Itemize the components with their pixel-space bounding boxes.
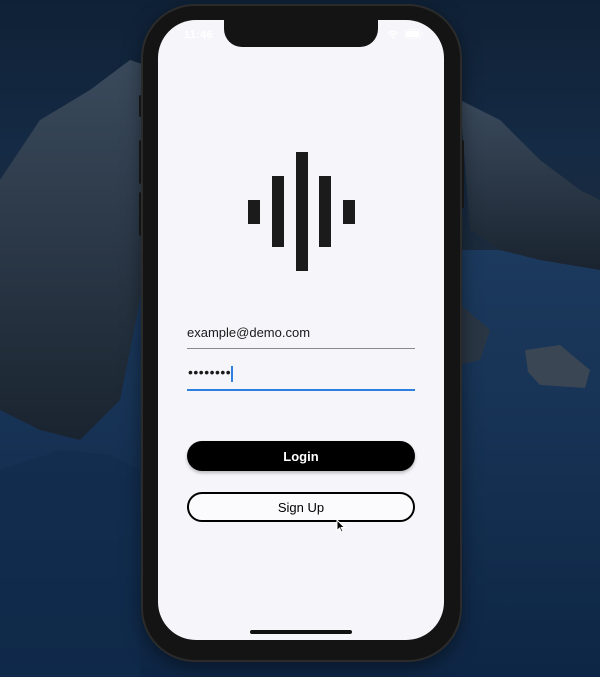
status-bar-time: 11:46 bbox=[184, 29, 214, 41]
text-caret bbox=[231, 366, 233, 382]
app-screen: 11:46 •••••••• bbox=[158, 20, 444, 640]
logo-bar-5 bbox=[343, 200, 355, 224]
email-input[interactable] bbox=[187, 319, 415, 345]
email-field[interactable] bbox=[187, 319, 415, 349]
desktop-background: 11:46 •••••••• bbox=[0, 0, 600, 677]
phone-notch bbox=[224, 20, 378, 47]
password-masked-value: •••••••• bbox=[188, 364, 232, 380]
wifi-icon bbox=[387, 30, 399, 38]
signup-button[interactable]: Sign Up bbox=[187, 492, 415, 522]
logo-bar-2 bbox=[272, 176, 284, 247]
logo-bar-4 bbox=[319, 176, 331, 247]
phone-power-button bbox=[460, 140, 464, 208]
email-underline bbox=[187, 348, 415, 349]
status-bar-icons bbox=[387, 29, 424, 39]
soundwave-logo-icon bbox=[248, 152, 355, 271]
password-field[interactable]: •••••••• bbox=[187, 361, 415, 391]
logo-bar-1 bbox=[248, 200, 260, 224]
login-button[interactable]: Login bbox=[187, 441, 415, 471]
home-indicator[interactable] bbox=[250, 630, 352, 634]
logo-bar-3 bbox=[296, 152, 308, 271]
mouse-pointer-icon bbox=[336, 519, 346, 533]
password-underline bbox=[187, 389, 415, 391]
battery-icon bbox=[404, 29, 424, 39]
